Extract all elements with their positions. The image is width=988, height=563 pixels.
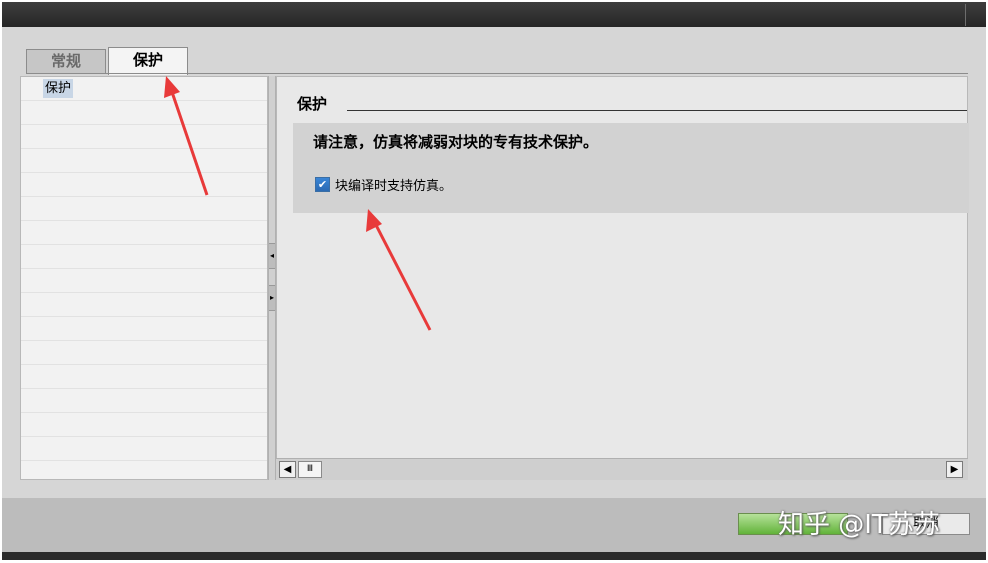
arrow-to-tab-icon bbox=[164, 76, 209, 196]
annotation-arrows bbox=[164, 76, 432, 331]
arrow-to-checkbox-icon bbox=[366, 209, 432, 331]
